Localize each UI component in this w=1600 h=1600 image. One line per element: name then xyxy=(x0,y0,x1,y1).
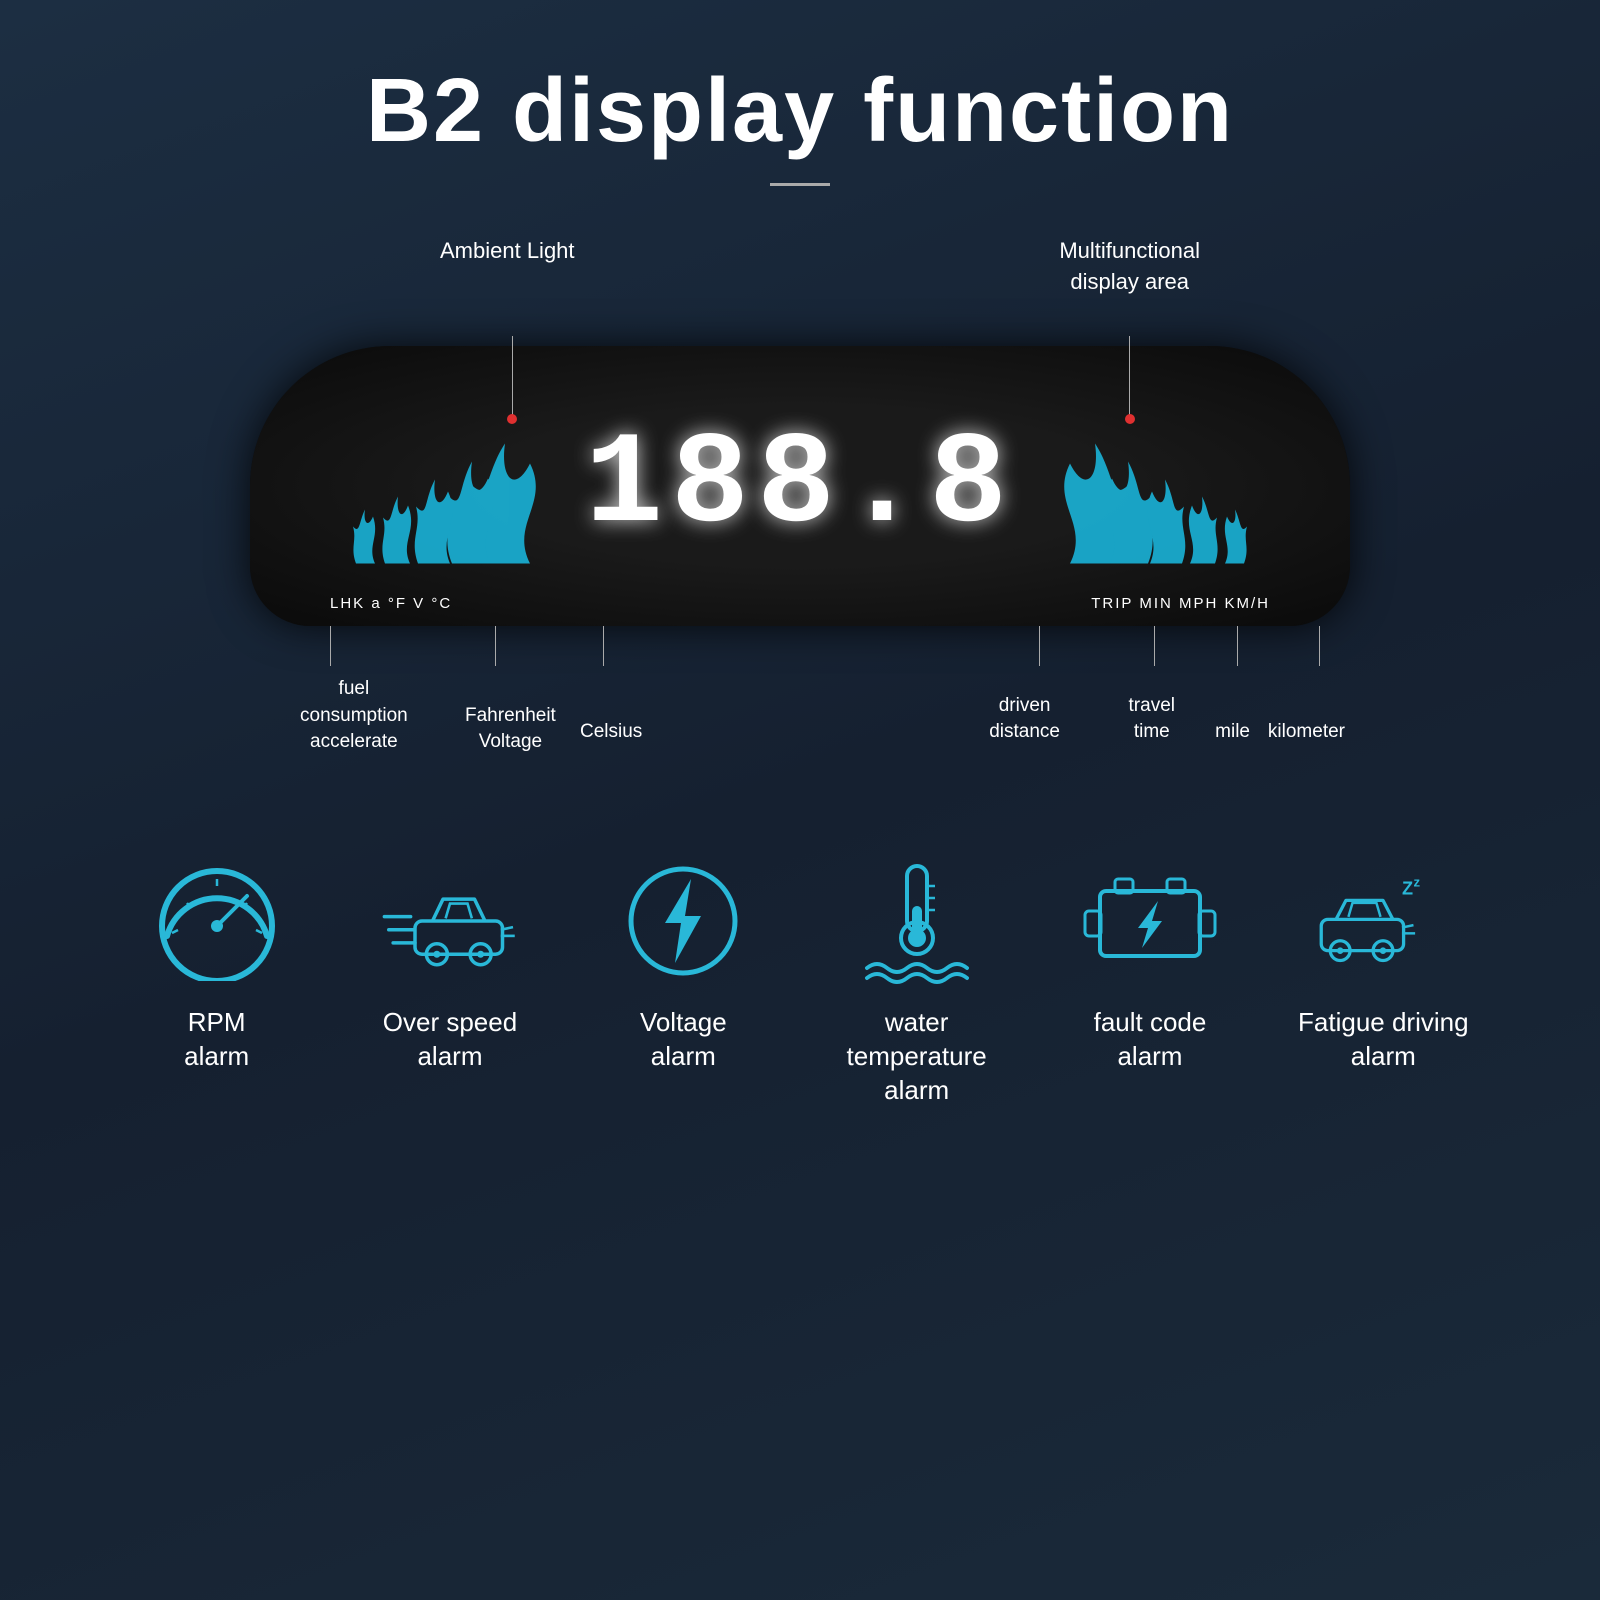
ambient-connector-line xyxy=(512,336,513,416)
multi-connector-line xyxy=(1129,336,1130,416)
labels-below-container: fuelconsumptionaccelerate FahrenheitVolt… xyxy=(250,626,1350,756)
alarm-item-fault: fault codealarm xyxy=(1050,856,1250,1074)
label-driven: drivendistance xyxy=(989,693,1060,746)
ambient-dot xyxy=(507,414,517,424)
water-temp-icon xyxy=(847,856,987,986)
hud-device: 188.8 LHK a °F V °C TRIP MIN MPH KM/H xyxy=(250,346,1350,626)
alarm-item-fatigue: Z z Fatigue dr xyxy=(1283,856,1483,1074)
line-kilometer xyxy=(1319,626,1320,666)
fault-label: fault codealarm xyxy=(1094,1006,1207,1074)
line-driven xyxy=(1039,626,1040,666)
overspeed-label: Over speedalarm xyxy=(383,1006,517,1074)
alarm-item-voltage: Voltagealarm xyxy=(583,856,783,1074)
flames-left xyxy=(330,384,590,589)
ambient-light-label: Ambient Light xyxy=(440,236,575,267)
line-mile xyxy=(1237,626,1238,666)
label-fahrenheit: FahrenheitVoltage xyxy=(465,703,556,756)
voltage-label: Voltagealarm xyxy=(640,1006,727,1074)
device-bottom-labels: LHK a °F V °C TRIP MIN MPH KM/H xyxy=(250,595,1350,612)
device-label-left: LHK a °F V °C xyxy=(330,595,452,612)
multifunctional-label: Multifunctionaldisplay area xyxy=(1059,236,1200,298)
svg-text:Z: Z xyxy=(1402,879,1413,899)
svg-text:z: z xyxy=(1414,874,1421,889)
voltage-icon xyxy=(613,856,753,986)
overspeed-icon xyxy=(380,856,520,986)
hud-section: Ambient Light Multifunctionaldisplay are… xyxy=(250,246,1350,756)
page-title: B2 display function xyxy=(366,60,1234,163)
fatigue-icon: Z z xyxy=(1313,856,1453,986)
line-fahrenheit xyxy=(495,626,496,666)
label-travel: traveltime xyxy=(1129,693,1175,746)
hud-display-digits: 188.8 xyxy=(585,413,1015,560)
water-temp-label: watertemperature alarm xyxy=(817,1006,1017,1107)
fault-icon xyxy=(1080,856,1220,986)
line-travel xyxy=(1154,626,1155,666)
alarm-item-water-temp: watertemperature alarm xyxy=(817,856,1017,1107)
label-fuel: fuelconsumptionaccelerate xyxy=(300,676,408,756)
device-label-right: TRIP MIN MPH KM/H xyxy=(1091,595,1270,612)
title-divider xyxy=(770,183,830,186)
rpm-label: RPMalarm xyxy=(184,1006,249,1074)
flames-right xyxy=(1010,384,1270,589)
fatigue-label: Fatigue drivingalarm xyxy=(1298,1006,1469,1074)
rpm-icon xyxy=(147,856,287,986)
alarms-section: RPMalarm xyxy=(100,856,1500,1107)
multi-dot xyxy=(1125,414,1135,424)
page-container: B2 display function Ambient Light Multif… xyxy=(0,0,1600,1600)
line-fuel xyxy=(330,626,331,666)
line-celsius xyxy=(603,626,604,666)
alarm-item-rpm: RPMalarm xyxy=(117,856,317,1074)
label-celsius: Celsius xyxy=(580,719,642,746)
label-mile: mile xyxy=(1215,719,1250,746)
label-kilometer: kilometer xyxy=(1268,719,1345,746)
alarm-item-overspeed: Over speedalarm xyxy=(350,856,550,1074)
